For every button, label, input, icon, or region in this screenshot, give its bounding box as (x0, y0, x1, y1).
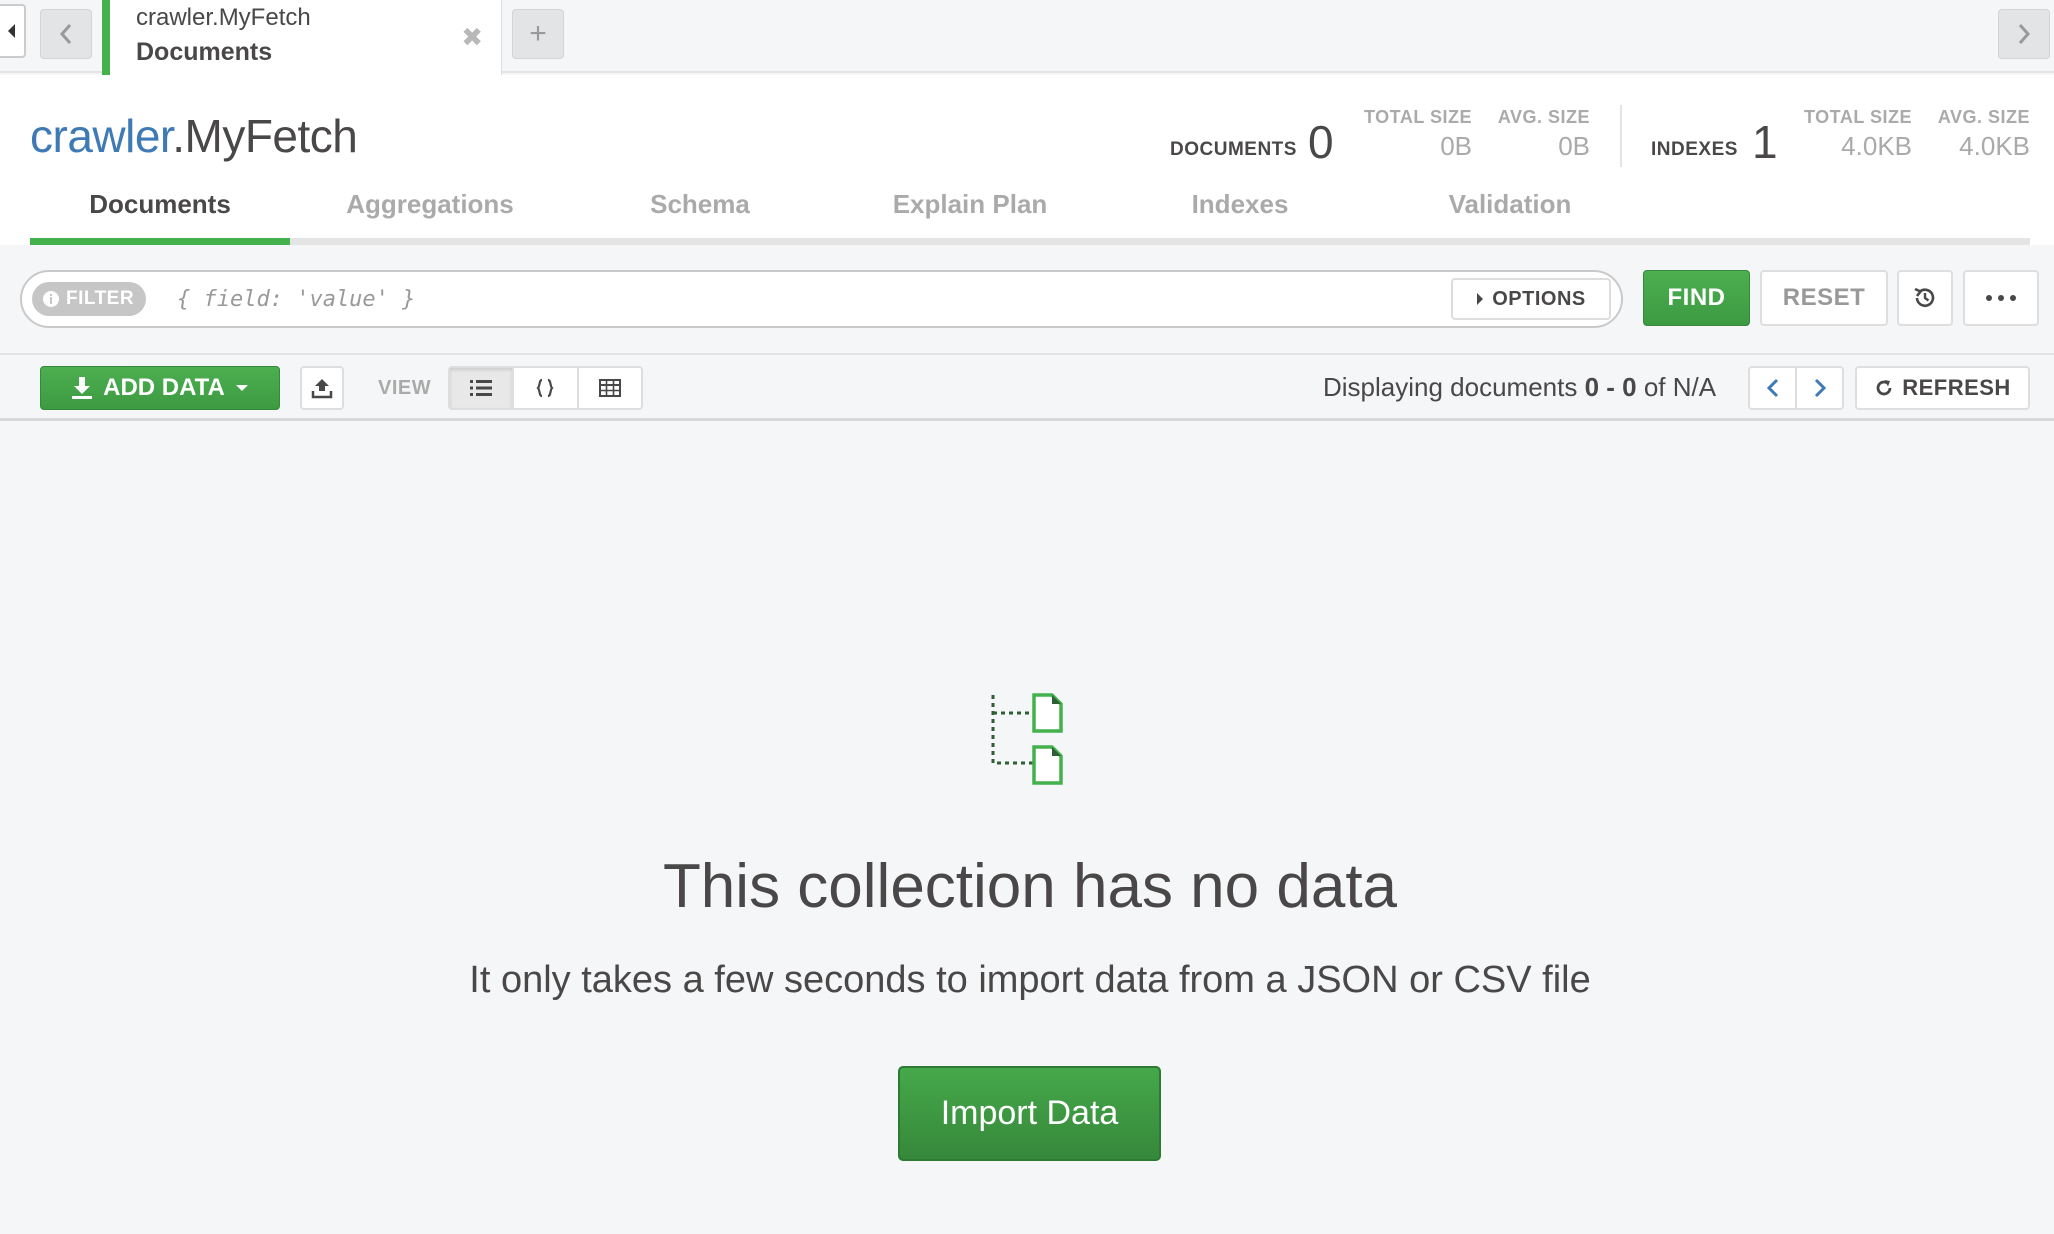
list-view-icon (470, 380, 493, 396)
find-button[interactable]: FIND (1643, 270, 1750, 326)
empty-collection-state: This collection has no data It only take… (0, 421, 2054, 1234)
tab-aggregations[interactable]: Aggregations (300, 185, 560, 238)
tab-explain-plan[interactable]: Explain Plan (840, 185, 1100, 238)
json-view-button[interactable] (514, 368, 579, 408)
filter-label-pill: FILTER (32, 282, 147, 316)
indexes-avg-size-label: AVG. SIZE (1937, 107, 2030, 127)
query-history-button[interactable] (1897, 270, 1953, 326)
tab-schema[interactable]: Schema (570, 185, 830, 238)
tab-indexes[interactable]: Indexes (1110, 185, 1370, 238)
query-bar: FILTER OPTIONS FIND RESET (0, 245, 2054, 355)
table-view-button[interactable] (579, 368, 641, 408)
documents-toolbar: ADD DATA VIEW Displaying documents 0 - 0… (0, 355, 2054, 421)
tab-namespace: crawler.MyFetch (136, 4, 311, 31)
caret-left-icon (8, 24, 15, 38)
chevron-right-icon (1814, 378, 1826, 398)
collection-header: crawler.MyFetch DOCUMENTS 0 TOTAL SIZE 0… (0, 75, 2054, 245)
tab-documents[interactable]: Documents (30, 185, 290, 238)
documents-total-size-label: TOTAL SIZE (1363, 107, 1472, 127)
documents-total-size: 0B (1440, 131, 1472, 161)
previous-page-button[interactable] (1750, 368, 1797, 408)
display-prefix: Displaying documents (1323, 372, 1585, 402)
filter-box: FILTER OPTIONS (20, 270, 1623, 328)
download-icon (72, 377, 93, 399)
collection-title: crawler.MyFetch (30, 109, 358, 163)
list-view-button[interactable] (450, 368, 515, 408)
active-tab-underline (30, 238, 290, 245)
add-data-label: ADD DATA (103, 374, 225, 401)
refresh-icon (1876, 380, 1892, 396)
new-tab-button[interactable]: + (512, 9, 564, 59)
refresh-label: REFRESH (1902, 375, 2011, 400)
documents-count: 0 (1308, 116, 1334, 168)
workspace-tab-bar: crawler.MyFetch Documents ✖ + (0, 0, 2054, 75)
pagination-controls (1748, 366, 1844, 410)
tab-subtitle: Documents (136, 38, 273, 66)
indexes-stat-label: INDEXES (1651, 139, 1738, 160)
info-icon (43, 291, 59, 307)
caret-right-icon (1477, 293, 1484, 305)
caret-down-icon (235, 385, 248, 391)
history-icon (1914, 287, 1935, 307)
documents-stat-label: DOCUMENTS (1170, 139, 1297, 160)
tab-validation[interactable]: Validation (1380, 185, 1640, 238)
more-options-button[interactable] (1963, 270, 2039, 326)
tab-scroll-right-button[interactable] (1998, 9, 2050, 59)
stats-divider (1620, 105, 1622, 167)
options-label: OPTIONS (1492, 287, 1586, 310)
indexes-total-size-label: TOTAL SIZE (1803, 107, 1912, 127)
documents-avg-size-label: AVG. SIZE (1497, 107, 1590, 127)
empty-state-subtitle: It only takes a few seconds to import da… (469, 959, 1591, 1001)
empty-documents-icon (991, 693, 1063, 785)
collection-tabs: Documents Aggregations Schema Explain Pl… (30, 185, 2030, 245)
indexes-avg-size: 4.0KB (1959, 131, 2030, 161)
import-data-button[interactable]: Import Data (898, 1066, 1161, 1161)
tab-scroll-left-button[interactable] (40, 9, 92, 59)
ellipsis-icon (1986, 295, 2016, 301)
collection-name: .MyFetch (172, 110, 358, 162)
table-view-icon (598, 379, 621, 397)
empty-state-title: This collection has no data (662, 852, 1398, 921)
view-label: VIEW (378, 377, 432, 399)
filter-input[interactable] (177, 280, 1457, 318)
collection-db-name: crawler (30, 110, 173, 162)
indexes-count: 1 (1752, 116, 1778, 168)
indexes-total-size: 4.0KB (1841, 131, 1912, 161)
tab-crawler-myfetch[interactable]: crawler.MyFetch Documents ✖ (102, 0, 502, 75)
displaying-documents-text: Displaying documents 0 - 0 of N/A (1323, 372, 1716, 403)
filter-label: FILTER (66, 288, 135, 309)
export-collection-button[interactable] (300, 366, 344, 410)
tab-close-icon[interactable]: ✖ (461, 22, 483, 53)
options-button[interactable]: OPTIONS (1451, 278, 1611, 320)
next-page-button[interactable] (1797, 368, 1842, 408)
sidebar-collapse-button[interactable] (0, 4, 26, 58)
chevron-left-icon (1766, 378, 1778, 398)
display-suffix: of N/A (1636, 372, 1717, 402)
refresh-button[interactable]: REFRESH (1855, 366, 2030, 410)
add-data-button[interactable]: ADD DATA (40, 366, 280, 410)
view-switcher (448, 366, 643, 410)
json-view-icon (536, 378, 555, 398)
documents-avg-size: 0B (1558, 131, 1590, 161)
chevron-right-icon (2018, 24, 2031, 44)
export-icon (311, 379, 333, 399)
display-range: 0 - 0 (1584, 372, 1637, 402)
chevron-left-icon (59, 24, 72, 44)
reset-button[interactable]: RESET (1760, 270, 1888, 326)
